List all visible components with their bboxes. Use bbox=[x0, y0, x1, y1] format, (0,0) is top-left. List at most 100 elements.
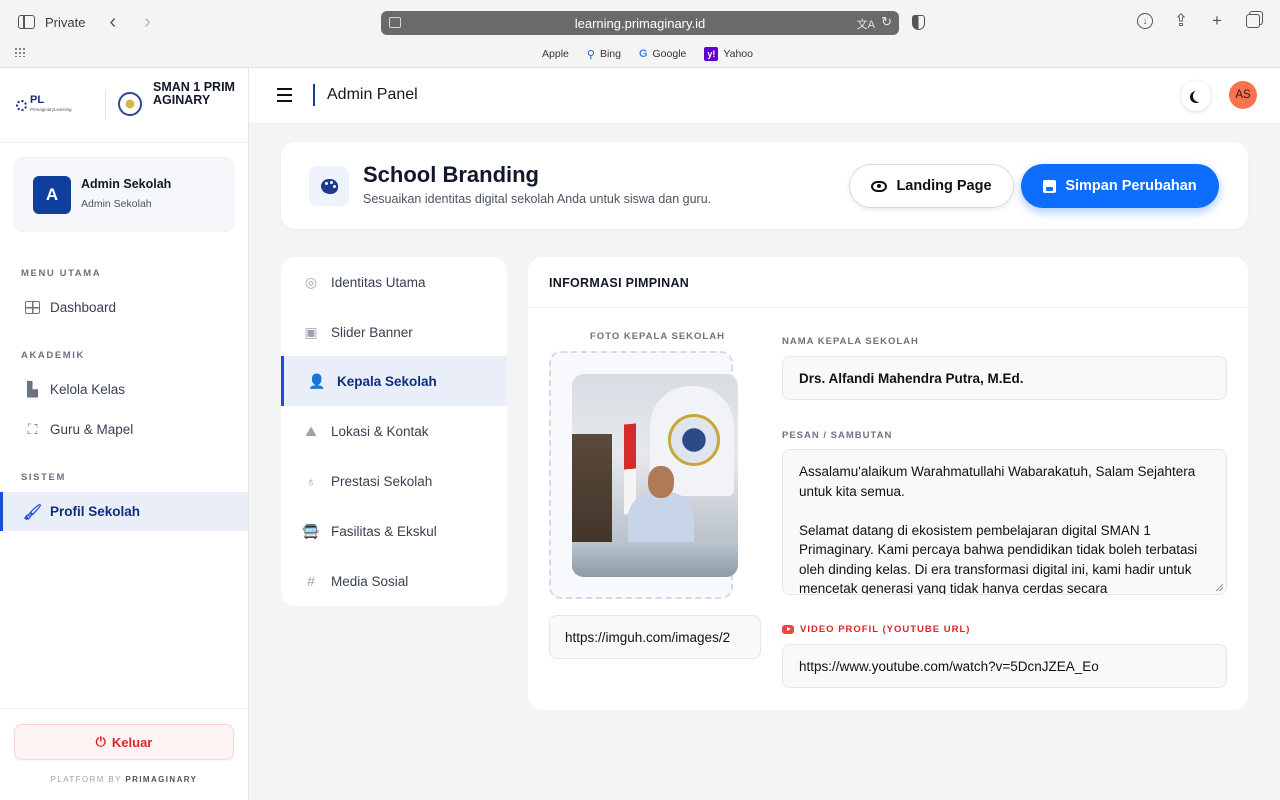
browser-right-controls: ↓ ⇪ + bbox=[1136, 11, 1262, 30]
landing-page-button[interactable]: Landing Page bbox=[849, 164, 1014, 208]
tab-label: Fasilitas & Ekskul bbox=[331, 523, 437, 539]
resize-grip-icon[interactable] bbox=[1216, 584, 1223, 591]
section-label-main: MENU UTAMA bbox=[21, 268, 102, 279]
translate-icon[interactable]: 文A bbox=[857, 16, 875, 32]
user-card: A Admin Sekolah Admin Sekolah bbox=[14, 157, 234, 232]
photo-head bbox=[648, 466, 674, 498]
tab-kepala-sekolah[interactable]: 👤 Kepala Sekolah bbox=[281, 356, 507, 406]
branding-subnav: ◎ Identitas Utama ▣ Slider Banner 👤 Kepala … bbox=[281, 257, 507, 606]
title-accent-bar bbox=[313, 84, 315, 106]
yahoo-icon: y! bbox=[704, 47, 719, 61]
tab-slider-banner[interactable]: ▣ Slider Banner bbox=[281, 307, 507, 357]
bookmark-google[interactable]: G Google bbox=[639, 44, 686, 64]
google-icon: G bbox=[638, 48, 648, 60]
bookmark-label: Apple bbox=[542, 48, 569, 60]
photo-emblem bbox=[668, 414, 720, 466]
pl-logo: PL PrimaginaryLearning bbox=[16, 95, 72, 115]
download-icon: ↓ bbox=[1137, 13, 1153, 29]
tab-label: Media Sosial bbox=[331, 573, 409, 589]
share-icon[interactable]: ⇪ bbox=[1172, 11, 1190, 30]
image-icon: ▣ bbox=[304, 323, 318, 340]
principal-name-input[interactable]: Drs. Alfandi Mahendra Putra, M.Ed. bbox=[782, 356, 1227, 400]
message-label: PESAN / SAMBUTAN bbox=[782, 430, 893, 441]
private-label: Private bbox=[45, 14, 86, 30]
sidebar: PL PrimaginaryLearning SMAN 1 PRIMAGINARY… bbox=[0, 68, 249, 800]
gear-logo-icon bbox=[16, 99, 27, 111]
section-subtitle: Sesuaikan identitas digital sekolah Anda… bbox=[363, 192, 712, 206]
eye-icon bbox=[871, 180, 888, 192]
logout-button[interactable]: ⏻ Keluar bbox=[14, 724, 234, 760]
tab-overview-icon bbox=[1246, 14, 1260, 28]
back-arrow-icon[interactable]: ‹ bbox=[109, 12, 116, 32]
forward-arrow-icon[interactable]: › bbox=[144, 12, 151, 32]
palette-icon bbox=[320, 178, 338, 194]
sidebar-item-label: Guru & Mapel bbox=[50, 422, 134, 437]
user-role: Admin Sekolah bbox=[81, 198, 152, 210]
sidebar-item-guru[interactable]: ⛶ Guru & Mapel bbox=[0, 410, 248, 449]
power-icon: ⏻ bbox=[95, 734, 106, 749]
video-label: VIDEO PROFIL (YOUTUBE URL) bbox=[800, 624, 971, 635]
platform-credit: PLATFORM BY PRIMAGINARY bbox=[0, 775, 248, 784]
message-textarea[interactable]: Assalamu'alaikum Warahmatullahi Wabaraka… bbox=[782, 449, 1227, 595]
photo-desk bbox=[572, 542, 738, 577]
section-label-system: SISTEM bbox=[21, 472, 66, 483]
platform-prefix: PLATFORM BY bbox=[50, 775, 126, 784]
video-url-input[interactable]: https://www.youtube.com/watch?v=5DcnJZEA… bbox=[782, 644, 1227, 688]
photo-url-input[interactable]: https://imguh.com/images/2 bbox=[549, 615, 761, 659]
dashboard-icon-wrap bbox=[24, 300, 41, 316]
photo-upload-dropzone[interactable] bbox=[549, 351, 738, 599]
tab-prestasi-sekolah[interactable]: ♁ Prestasi Sekolah bbox=[281, 456, 507, 506]
branding-header-card: School Branding Sesuaikan identitas digi… bbox=[281, 142, 1248, 229]
tab-media-sosial[interactable]: # Media Sosial bbox=[281, 556, 507, 606]
browser-chrome: Private ‹ › learning.primaginary.id 文A ↻… bbox=[0, 0, 1280, 68]
building-icon: ▙ bbox=[27, 381, 38, 397]
bookmark-apple[interactable]: Apple bbox=[537, 44, 569, 64]
browser-toolbar: Private ‹ › learning.primaginary.id 文A ↻… bbox=[0, 0, 1280, 44]
dashboard-icon bbox=[25, 301, 40, 314]
sidebar-item-profil[interactable]: 🖌 Profil Sekolah bbox=[0, 492, 248, 531]
bookmark-bing[interactable]: ⚲ Bing bbox=[587, 44, 621, 64]
pl-sub: PrimaginaryLearning bbox=[30, 107, 72, 112]
reload-icon[interactable]: ↻ bbox=[881, 14, 892, 30]
panel-header: INFORMASI PIMPINAN bbox=[528, 257, 1248, 308]
topbar: Admin Panel AS bbox=[249, 68, 1280, 124]
sidebar-item-kelas[interactable]: ▙ Kelola Kelas bbox=[0, 370, 248, 409]
save-changes-button[interactable]: Simpan Perubahan bbox=[1021, 164, 1219, 208]
bing-icon: ⚲ bbox=[586, 48, 595, 61]
tab-lokasi-kontak[interactable]: ⛰ Lokasi & Kontak bbox=[281, 406, 507, 456]
bookmarks-bar: Apple ⚲ Bing G Google y! Yahoo bbox=[0, 44, 1280, 64]
message-text: Assalamu'alaikum Warahmatullahi Wabaraka… bbox=[799, 464, 1198, 595]
leadership-panel: INFORMASI PIMPINAN FOTO KEPALA SEKOLAH h… bbox=[528, 257, 1248, 710]
download-icon-wrap[interactable]: ↓ bbox=[1136, 12, 1154, 30]
tab-fasilitas-ekskul[interactable]: 🚍 Fasilitas & Ekskul bbox=[281, 506, 507, 556]
tab-identitas-utama[interactable]: ◎ Identitas Utama bbox=[281, 257, 507, 307]
landing-page-label: Landing Page bbox=[896, 178, 992, 194]
brush-icon: 🖌 bbox=[22, 503, 43, 521]
address-bar[interactable]: learning.primaginary.id 文A ↻ bbox=[381, 11, 899, 35]
bookmark-label: Google bbox=[652, 48, 687, 60]
bus-icon: 🚍 bbox=[302, 522, 320, 539]
section-title: School Branding bbox=[363, 162, 539, 187]
tab-label: Prestasi Sekolah bbox=[331, 473, 433, 489]
sidebar-toggle-icon[interactable] bbox=[18, 15, 35, 29]
tab-overview-wrap[interactable] bbox=[1244, 12, 1262, 30]
privacy-shield-icon[interactable] bbox=[912, 15, 925, 30]
platform-name: PRIMAGINARY bbox=[125, 775, 198, 784]
theme-toggle-button[interactable] bbox=[1181, 81, 1211, 111]
teacher-icon: ⛶ bbox=[27, 421, 38, 437]
brand-header: PL PrimaginaryLearning SMAN 1 PRIMAGINARY bbox=[0, 68, 248, 143]
profile-avatar[interactable]: AS bbox=[1229, 81, 1257, 109]
bookmark-yahoo[interactable]: y! Yahoo bbox=[704, 44, 753, 64]
name-label: NAMA KEPALA SEKOLAH bbox=[782, 336, 919, 347]
section-label-academic: AKADEMIK bbox=[21, 350, 85, 361]
new-tab-icon[interactable]: + bbox=[1208, 11, 1226, 30]
sidebar-item-label: Profil Sekolah bbox=[50, 504, 141, 519]
tab-label: Identitas Utama bbox=[331, 274, 426, 290]
sidebar-item-dashboard[interactable]: Dashboard bbox=[0, 288, 248, 327]
school-crest-icon bbox=[118, 92, 142, 116]
save-label: Simpan Perubahan bbox=[1065, 178, 1197, 194]
youtube-icon bbox=[782, 624, 794, 634]
hamburger-icon[interactable] bbox=[277, 88, 292, 102]
brand-divider bbox=[105, 90, 106, 120]
principal-photo bbox=[572, 374, 738, 577]
